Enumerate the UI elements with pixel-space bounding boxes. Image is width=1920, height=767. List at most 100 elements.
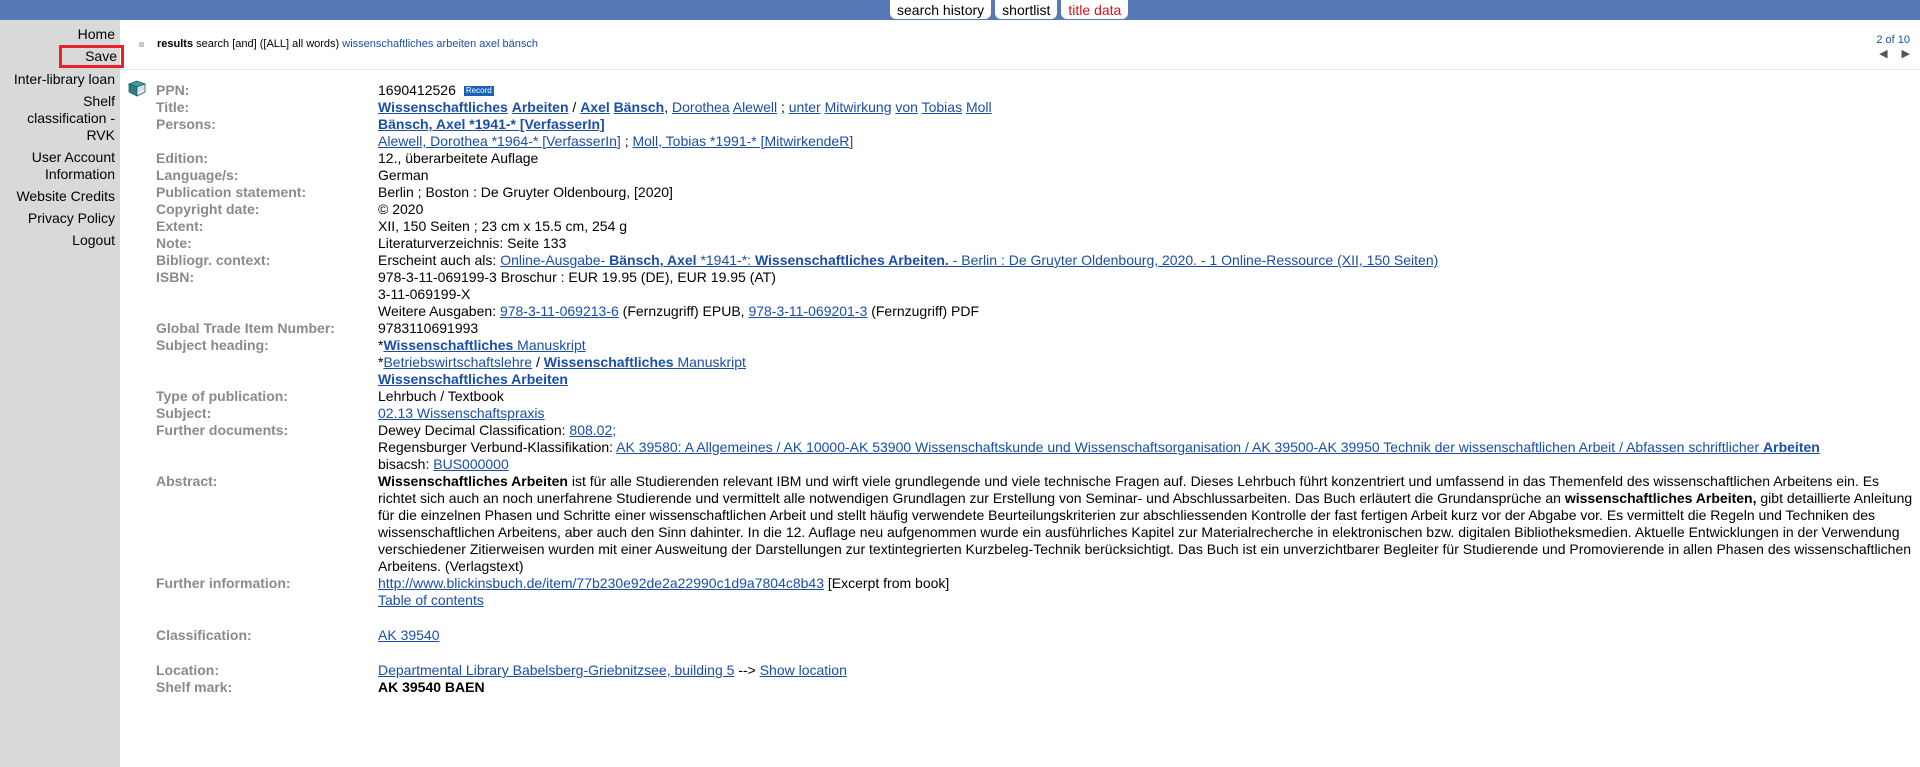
sidebar-shelf-classification-link[interactable]: Shelf classification - RVK <box>0 93 120 144</box>
next-record-icon[interactable]: ▶ <box>1902 48 1910 60</box>
results-summary: results search [and] ([ALL] all words) w… <box>139 38 538 50</box>
sidebar-privacy-policy-link[interactable]: Privacy Policy <box>0 210 120 227</box>
results-terms[interactable]: wissenschaftliches arbeiten axel bänsch <box>342 38 538 50</box>
person-link-2[interactable]: Alewell, Dorothea *1964-* [VerfasserIn] <box>378 133 621 149</box>
type-label: Type of publication: <box>156 388 288 404</box>
classification-label: Classification: <box>156 627 252 643</box>
biblio-prefix: Erscheint auch als: <box>378 252 497 268</box>
tab-title-data[interactable]: title data <box>1061 0 1129 19</box>
row-copyright: Copyright date: © 2020 <box>156 201 1916 218</box>
separator <box>120 69 1920 70</box>
classification-link[interactable]: AK 39540 <box>378 627 440 643</box>
row-isbn: ISBN: 978-3-11-069199-3 Broschur : EUR 1… <box>156 269 1916 320</box>
person-link-1[interactable]: Bänsch, Axel *1941-* [VerfasserIn] <box>378 116 605 132</box>
title-value: Wissenschaftliches Arbeiten / Axel Bänsc… <box>378 99 992 115</box>
account-line-1: User Account <box>31 149 115 165</box>
ppn-value: 1690412526 <box>378 82 456 98</box>
title-link[interactable]: Wissenschaftliches <box>378 99 508 115</box>
shelf-line-2: classification - <box>27 110 115 126</box>
shelf-line-1: Shelf <box>83 93 115 109</box>
further-information-label: Further information: <box>156 575 291 591</box>
biblio-value: Erscheint auch als: Online-Ausgabe- Bäns… <box>378 252 1916 269</box>
row-type: Type of publication: Lehrbuch / Textbook <box>156 388 1916 405</box>
subject-label: Subject: <box>156 405 212 421</box>
ppn-label: PPN: <box>156 82 190 98</box>
sidebar: Home Save Inter-library loan Shelf class… <box>0 20 124 767</box>
author-link[interactable]: Axel <box>580 99 610 115</box>
subject-heading-link[interactable]: Wissenschaftliches Arbeiten <box>378 371 568 387</box>
biblio-label: Bibliogr. context: <box>156 252 271 268</box>
tab-shortlist[interactable]: shortlist <box>995 0 1058 19</box>
subject-heading-link[interactable]: Betriebswirtschaftslehre <box>383 354 532 370</box>
rvk-link[interactable]: AK 39580: A Allgemeines / AK 10000-AK 53… <box>616 439 1820 455</box>
abstract-text: Wissenschaftliches Arbeiten ist für alle… <box>378 473 1916 575</box>
row-shelf-mark: Shelf mark: AK 39540 BAEN <box>156 679 1916 696</box>
author-link[interactable]: Moll <box>966 99 992 115</box>
row-subject: Subject: 02.13 Wissenschaftspraxis <box>156 405 1916 422</box>
author-link[interactable]: von <box>895 99 918 115</box>
abstract-label: Abstract: <box>156 473 218 489</box>
sidebar-website-credits-link[interactable]: Website Credits <box>0 188 120 205</box>
location-link[interactable]: Departmental Library Babelsberg-Griebnit… <box>378 662 734 678</box>
isbn-pdf-suffix: (Fernzugriff) PDF <box>871 303 980 319</box>
publication-label: Publication statement: <box>156 184 307 200</box>
location-arrow: --> <box>738 662 756 678</box>
copyright-value: © 2020 <box>378 201 424 217</box>
subject-link[interactable]: 02.13 Wissenschaftspraxis <box>378 405 545 421</box>
sidebar-interlibrary-loan-link[interactable]: Inter-library loan <box>0 71 120 88</box>
results-search: search [and] ([ALL] all words) <box>196 38 340 50</box>
note-label: Note: <box>156 235 192 251</box>
tab-search-history[interactable]: search history <box>890 0 992 19</box>
pager: 2 of 10 ◀▶ <box>1876 33 1910 61</box>
isbn-1: 978-3-11-069199-3 Broschur : EUR 19.95 (… <box>378 269 776 285</box>
show-location-link[interactable]: Show location <box>760 662 847 678</box>
sidebar-logout-link[interactable]: Logout <box>0 232 120 249</box>
subject-heading-value: *Wissenschaftliches Manuskript *Betriebs… <box>378 337 746 387</box>
excerpt-link[interactable]: http://www.blickinsbuch.de/item/77b230e9… <box>378 575 824 591</box>
rvk-link-bold: Arbeiten <box>1763 439 1820 455</box>
shelf-mark-value: AK 39540 BAEN <box>378 679 485 695</box>
previous-record-icon[interactable]: ◀ <box>1879 48 1901 60</box>
author-link[interactable]: Dorothea <box>672 99 730 115</box>
biblio-online-link[interactable]: Online-Ausgabe- Bänsch, Axel *1941-*: Wi… <box>500 252 1438 268</box>
isbn-label: ISBN: <box>156 269 195 285</box>
edition-value: 12., überarbeitete Auflage <box>378 150 539 166</box>
author-link[interactable]: Tobias <box>922 99 962 115</box>
biblio-online-label: Online-Ausgabe <box>500 252 601 268</box>
abstract-bold-1: Wissenschaftliches Arbeiten <box>378 473 568 489</box>
person-link-3[interactable]: Moll, Tobias *1991-* [MitwirkendeR] <box>632 133 853 149</box>
isbn-epub-suffix: (Fernzugriff) EPUB, <box>622 303 745 319</box>
row-language: Language/s: German <box>156 167 1916 184</box>
subject-heading-link[interactable]: Wissenschaftliches Manuskript <box>383 337 585 353</box>
sidebar-home-link[interactable]: Home <box>0 26 120 43</box>
extent-label: Extent: <box>156 218 204 234</box>
author-link[interactable]: Mitwirkung <box>825 99 892 115</box>
title-link[interactable]: Arbeiten <box>512 99 569 115</box>
row-bibliographic-context: Bibliogr. context: Erscheint auch als: O… <box>156 252 1916 269</box>
copyright-label: Copyright date: <box>156 201 260 217</box>
row-further-information: Further information: http://www.blickins… <box>156 575 1916 609</box>
sidebar-user-account-link[interactable]: User Account Information <box>0 149 120 183</box>
isbn-other-prefix: Weitere Ausgaben: <box>378 303 497 319</box>
further-documents-label: Further documents: <box>156 422 289 438</box>
rvk-prefix: Regensburger Verbund-Klassifikation: <box>378 439 614 455</box>
row-gtin: Global Trade Item Number: 9783110691993 <box>156 320 1916 337</box>
table-of-contents-link[interactable]: Table of contents <box>378 592 484 608</box>
row-edition: Edition: 12., überarbeitete Auflage <box>156 150 1916 167</box>
row-title: Title: Wissenschaftliches Arbeiten / Axe… <box>156 99 1916 116</box>
sidebar-save-link[interactable]: Save <box>59 45 124 68</box>
isbn-pdf-link[interactable]: 978-3-11-069201-3 <box>748 303 867 319</box>
author-link[interactable]: unter <box>789 99 821 115</box>
ddc-link[interactable]: 808.02; <box>569 422 616 438</box>
subject-heading-link[interactable]: Wissenschaftliches Manuskript <box>544 354 746 370</box>
author-link[interactable]: Alewell <box>733 99 777 115</box>
bisac-prefix: bisacsh: <box>378 456 430 472</box>
row-location: Location: Departmental Library Babelsber… <box>156 662 1916 679</box>
row-classification: Classification: AK 39540 <box>156 627 1916 644</box>
author-link[interactable]: Bänsch <box>614 99 665 115</box>
isbn-epub-link[interactable]: 978-3-11-069213-6 <box>500 303 619 319</box>
persons-label: Persons: <box>156 116 216 132</box>
record-badge[interactable]: Record <box>463 86 494 96</box>
title-record: PPN: 1690412526 Record Title: Wissenschaf… <box>156 82 1916 696</box>
bisac-link[interactable]: BUS000000 <box>433 456 509 472</box>
